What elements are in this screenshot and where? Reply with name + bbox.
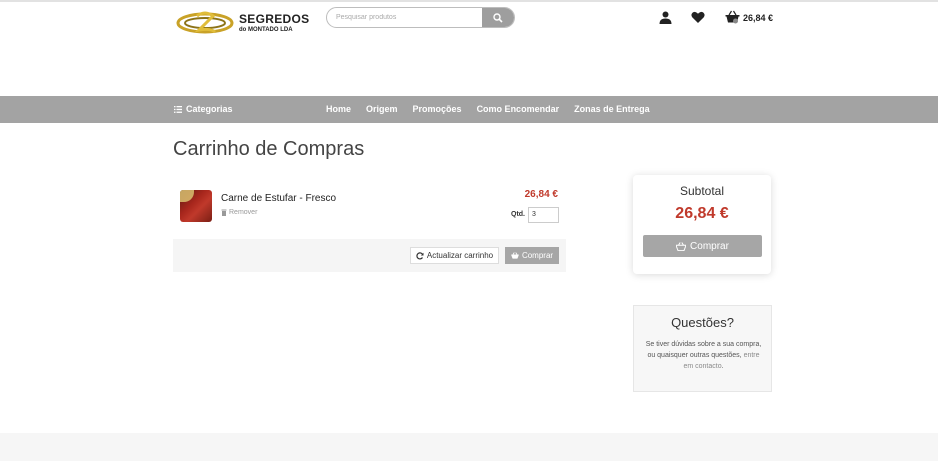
basket-icon: [725, 10, 739, 24]
basket-icon: [511, 252, 519, 259]
questions-panel: Questões? Se tiver dúvidas sobre a sua c…: [633, 305, 772, 392]
site-logo[interactable]: SEGREDOS do MONTADO LDA: [175, 7, 310, 39]
subtotal-label: Subtotal: [679, 184, 725, 198]
subtotal-panel: Subtotal 26,84 € Comprar: [633, 175, 771, 274]
questions-end: .: [721, 363, 724, 370]
checkout-button-small[interactable]: Comprar: [505, 247, 559, 264]
subtotal-value: 26,84 €: [675, 205, 729, 222]
product-name[interactable]: Carne de Estufar - Fresco: [221, 193, 336, 204]
questions-text: Se tiver dúvidas sobre a sua compra, ou …: [644, 339, 763, 372]
logo-mark-icon: [176, 11, 234, 34]
page-title: Carrinho de Compras: [173, 138, 365, 160]
update-cart-button[interactable]: Actualizar carrinho: [410, 247, 499, 264]
checkout-button[interactable]: Comprar: [643, 235, 762, 257]
logo-title: SEGREDOS: [239, 12, 310, 26]
cart-item: Carne de Estufar - Fresco Remover 26,84 …: [173, 180, 566, 238]
footer: [0, 433, 938, 461]
checkout-label-small: Comprar: [521, 251, 554, 260]
remove-button[interactable]: Remover: [221, 209, 257, 216]
wishlist-button[interactable]: [690, 9, 706, 25]
basket-icon: [676, 241, 687, 251]
questions-title: Questões?: [671, 315, 734, 330]
main-navbar: Categorias Home Origem Promoções Como En…: [0, 96, 938, 123]
product-thumbnail[interactable]: [180, 190, 212, 222]
nav-link-como-encomendar[interactable]: Como Encomendar: [477, 104, 560, 114]
header-cart-total[interactable]: 26,84 €: [743, 13, 773, 23]
heart-icon: [691, 11, 705, 23]
trash-icon: [221, 209, 227, 216]
categories-label: Categorias: [186, 104, 233, 114]
logo-subtitle: do MONTADO LDA: [239, 27, 293, 33]
user-icon: [659, 11, 671, 24]
nav-link-zonas-entrega[interactable]: Zonas de Entrega: [574, 104, 650, 114]
menu-icon: [174, 105, 182, 113]
nav-link-home[interactable]: Home: [326, 104, 351, 114]
cart-actions: Actualizar carrinho Comprar: [173, 239, 566, 272]
checkout-label: Comprar: [690, 240, 729, 252]
nav-link-origem[interactable]: Origem: [366, 104, 398, 114]
categories-menu[interactable]: Categorias: [174, 104, 233, 114]
search-input[interactable]: [327, 8, 484, 27]
update-cart-label: Actualizar carrinho: [426, 251, 494, 260]
remove-label: Remover: [229, 209, 258, 216]
product-price: 26,84 €: [524, 189, 558, 200]
top-border: [0, 0, 938, 2]
refresh-icon: [416, 251, 424, 260]
search-button[interactable]: [482, 8, 514, 27]
cart-button[interactable]: [724, 9, 740, 25]
nav-link-promocoes[interactable]: Promoções: [413, 104, 462, 114]
quantity-label: Qtd.: [511, 211, 525, 218]
search-bar: [326, 7, 515, 28]
nav-links: Home Origem Promoções Como Encomendar Zo…: [326, 104, 665, 114]
search-icon: [493, 12, 503, 23]
account-button[interactable]: [657, 9, 673, 25]
quantity-input[interactable]: 3: [528, 207, 559, 223]
